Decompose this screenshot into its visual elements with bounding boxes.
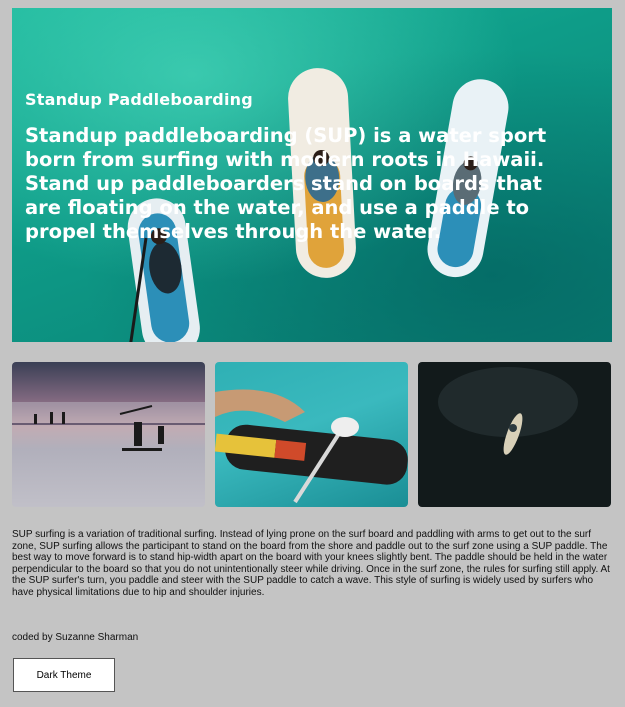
sunset-paddleboarders-image bbox=[12, 402, 205, 507]
lone-paddleboarder-image bbox=[438, 367, 578, 455]
board-closeup-image bbox=[215, 389, 408, 504]
hero-kicker: Standup Paddleboarding bbox=[25, 90, 253, 109]
hero-headline: Standup paddleboarding (SUP) is a water … bbox=[25, 124, 547, 243]
hero-banner: Standup Paddleboarding Standup paddleboa… bbox=[12, 8, 612, 342]
author-credit: coded by Suzanne Sharman bbox=[12, 632, 139, 643]
gallery-image-board-closeup bbox=[215, 362, 408, 507]
sup-surfing-paragraph: SUP surfing is a variation of traditiona… bbox=[12, 529, 610, 598]
gallery-image-dark-water bbox=[418, 362, 611, 507]
dark-theme-button[interactable]: Dark Theme bbox=[13, 658, 115, 692]
gallery-image-sunset bbox=[12, 362, 205, 507]
